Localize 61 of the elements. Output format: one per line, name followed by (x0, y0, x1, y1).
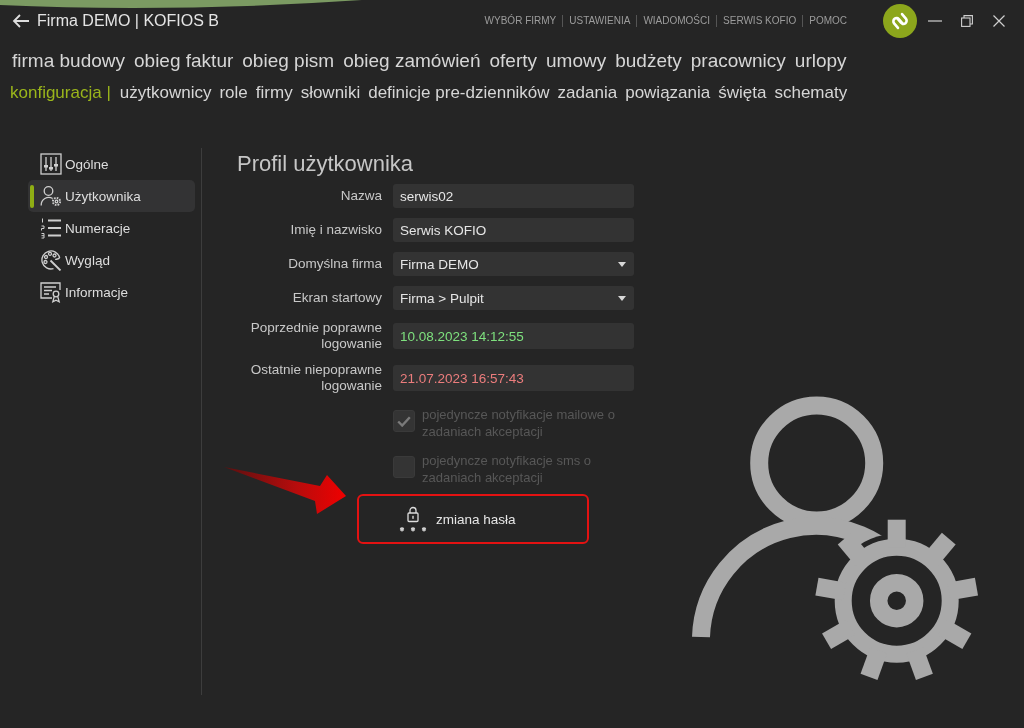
submenu-item[interactable]: schematy (774, 82, 848, 104)
certificate-icon (40, 281, 62, 303)
menu-item[interactable]: oferty (489, 50, 538, 72)
back-button[interactable] (12, 14, 30, 28)
sidebar-item[interactable]: Numeracje (28, 212, 195, 244)
top-link[interactable]: SERWIS KOFIO (716, 15, 803, 27)
form-title: Profil użytkownika (237, 150, 415, 178)
submenu-item[interactable]: użytkownicy (119, 82, 212, 104)
sliders-icon (40, 153, 62, 175)
read-only-field: 21.07.2023 16:57:43 (393, 365, 634, 391)
menu-item[interactable]: pracownicy (690, 50, 786, 72)
dropdown-field[interactable]: Firma > Pulpit (393, 286, 634, 310)
menu-item[interactable]: obieg pism (242, 50, 335, 72)
logo-icon[interactable] (883, 4, 917, 38)
text-field[interactable]: Serwis KOFIO (393, 218, 634, 242)
active-indicator (30, 184, 34, 208)
minimize-icon (928, 20, 942, 22)
top-link[interactable]: WIADOMOŚCI (636, 15, 717, 27)
lock-password-icon (398, 505, 428, 533)
field-label: Domyślna firma (287, 256, 382, 272)
top-link[interactable]: USTAWIENIA (562, 15, 637, 27)
text-field[interactable]: serwis02 (393, 184, 634, 208)
section-title: konfiguracja | (10, 82, 111, 104)
top-link[interactable]: WYBÓR FIRMY (478, 15, 563, 27)
sidebar-item[interactable]: Użytkownika (28, 180, 195, 212)
user-gear-icon (692, 395, 980, 683)
close-icon (993, 15, 1005, 27)
back-arrow-icon (12, 14, 30, 28)
change-password-button[interactable]: zmiana hasła (398, 505, 516, 533)
sidebar-item[interactable]: Wygląd (28, 244, 195, 276)
sidebar-item[interactable]: Ogólne (28, 148, 195, 180)
submenu-item[interactable]: role (219, 82, 248, 104)
dropdown-caret-icon (618, 295, 626, 301)
checkmark-icon (397, 415, 411, 427)
user-gear-icon (40, 185, 62, 207)
menu-item[interactable]: obieg faktur (134, 50, 234, 72)
menu-item[interactable]: obieg zamówień (343, 50, 481, 72)
sidebar-item[interactable]: Informacje (28, 276, 195, 308)
submenu-item[interactable]: firmy (255, 82, 293, 104)
field-label: Ostatnie niepoprawne logowanie (249, 362, 382, 394)
submenu-item[interactable]: zadania (557, 82, 618, 104)
dropdown-caret-icon (618, 261, 626, 267)
numbered-list-icon (40, 217, 62, 239)
read-only-field: 10.08.2023 14:12:55 (393, 323, 634, 349)
submenu-item[interactable]: słowniki (300, 82, 361, 104)
window-title: Firma DEMO | KOFIOS B (37, 12, 219, 30)
menu-item[interactable]: urlopy (794, 50, 847, 72)
menu-item[interactable]: firma budowy (12, 50, 125, 72)
palette-icon (40, 249, 62, 271)
field-label: Ekran startowy (291, 290, 382, 306)
field-label: Poprzednie poprawne logowanie (249, 320, 382, 352)
submenu-item[interactable]: powiązania (625, 82, 711, 104)
menu-item[interactable]: umowy (546, 50, 607, 72)
menu-item[interactable]: budżety (615, 50, 682, 72)
field-label: Nazwa (339, 188, 382, 204)
dropdown-field[interactable]: Firma DEMO (393, 252, 634, 276)
field-label: Imię i nazwisko (289, 222, 382, 238)
top-link[interactable]: POMOC (802, 15, 853, 27)
submenu-item[interactable]: święta (718, 82, 767, 104)
restore-icon (961, 15, 973, 27)
submenu-item[interactable]: definicje pre-dzienników (368, 82, 550, 104)
